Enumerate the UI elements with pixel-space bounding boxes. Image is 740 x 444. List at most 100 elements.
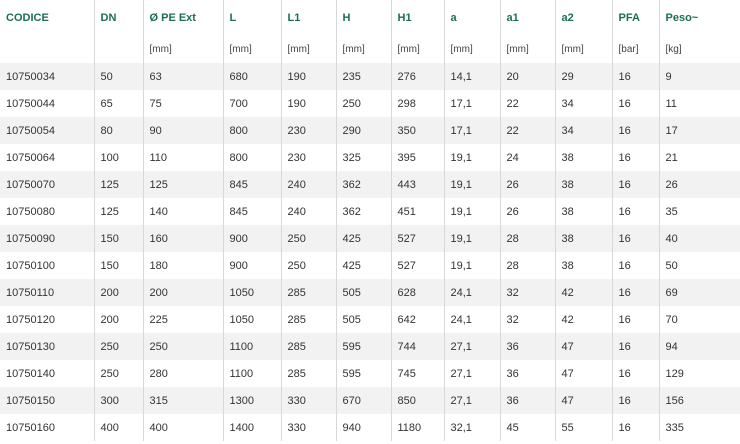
cell-pe-ext: 280 <box>143 360 224 387</box>
cell-h1: 1180 <box>391 414 445 441</box>
cell-codice: 10750064 <box>0 144 95 171</box>
table-body: [mm] [mm] [mm] [mm] [mm] [mm] [mm] [mm] [bar] [kg… <box>0 36 740 441</box>
cell-pe-ext: 75 <box>143 90 224 117</box>
cell-l1: 285 <box>281 279 337 306</box>
cell-h1: 628 <box>391 279 445 306</box>
cell-peso: 70 <box>659 306 740 333</box>
cell-pfa: 16 <box>612 117 660 144</box>
cell-a2: 38 <box>555 171 613 198</box>
cell-peso: 21 <box>659 144 740 171</box>
cell-a: 24,1 <box>444 306 501 333</box>
cell-codice: 10750090 <box>0 225 95 252</box>
unit-cell: [mm] <box>444 36 501 63</box>
table-row: 10750150 300 315 1300 330 670 850 27,1 36 47 16 156 <box>0 387 740 414</box>
cell-dn: 125 <box>94 198 144 225</box>
unit-cell: [kg] <box>659 36 740 63</box>
unit-cell: [mm] <box>336 36 392 63</box>
cell-pe-ext: 125 <box>143 171 224 198</box>
cell-a2: 42 <box>555 306 613 333</box>
cell-a2: 38 <box>555 198 613 225</box>
cell-pfa: 16 <box>612 360 660 387</box>
cell-h1: 443 <box>391 171 445 198</box>
cell-a: 27,1 <box>444 387 501 414</box>
cell-a1: 28 <box>500 252 556 279</box>
cell-h1: 276 <box>391 63 445 90</box>
cell-a: 19,1 <box>444 225 501 252</box>
cell-l: 1100 <box>223 360 282 387</box>
cell-pfa: 16 <box>612 333 660 360</box>
cell-a: 27,1 <box>444 333 501 360</box>
cell-a: 14,1 <box>444 63 501 90</box>
column-header-a: a <box>444 0 501 36</box>
cell-h1: 298 <box>391 90 445 117</box>
cell-h: 362 <box>336 171 392 198</box>
cell-h1: 744 <box>391 333 445 360</box>
cell-a2: 47 <box>555 360 613 387</box>
cell-a1: 45 <box>500 414 556 441</box>
table-row: 10750110 200 200 1050 285 505 628 24,1 32 42 16 69 <box>0 279 740 306</box>
column-header-l: L <box>223 0 282 36</box>
cell-codice: 10750120 <box>0 306 95 333</box>
cell-h1: 451 <box>391 198 445 225</box>
cell-l1: 285 <box>281 360 337 387</box>
cell-l: 900 <box>223 225 282 252</box>
cell-dn: 50 <box>94 63 144 90</box>
column-header-h: H <box>336 0 392 36</box>
cell-h1: 527 <box>391 225 445 252</box>
cell-l1: 285 <box>281 333 337 360</box>
table-row: 10750044 65 75 700 190 250 298 17,1 22 34 16 11 <box>0 90 740 117</box>
cell-l1: 330 <box>281 387 337 414</box>
table-row: 10750100 150 180 900 250 425 527 19,1 28 38 16 50 <box>0 252 740 279</box>
cell-a1: 36 <box>500 387 556 414</box>
cell-pe-ext: 160 <box>143 225 224 252</box>
cell-dn: 100 <box>94 144 144 171</box>
cell-peso: 50 <box>659 252 740 279</box>
cell-a1: 36 <box>500 360 556 387</box>
cell-l: 845 <box>223 198 282 225</box>
spec-table: CODICE DN Ø PE Ext L L1 H H1 a a1 a2 PFA Peso~ [mm]… <box>0 0 740 441</box>
cell-a: 19,1 <box>444 144 501 171</box>
column-header-dn: DN <box>94 0 144 36</box>
cell-l1: 285 <box>281 306 337 333</box>
cell-l: 1300 <box>223 387 282 414</box>
cell-l1: 240 <box>281 198 337 225</box>
cell-pfa: 16 <box>612 225 660 252</box>
cell-h: 250 <box>336 90 392 117</box>
units-row: [mm] [mm] [mm] [mm] [mm] [mm] [mm] [mm] [bar] [kg… <box>0 36 740 63</box>
cell-a2: 38 <box>555 252 613 279</box>
cell-pe-ext: 63 <box>143 63 224 90</box>
cell-l1: 190 <box>281 63 337 90</box>
cell-dn: 125 <box>94 171 144 198</box>
cell-l: 800 <box>223 117 282 144</box>
cell-peso: 94 <box>659 333 740 360</box>
cell-codice: 10750100 <box>0 252 95 279</box>
column-header-pe-ext: Ø PE Ext <box>143 0 224 36</box>
cell-pfa: 16 <box>612 63 660 90</box>
cell-a1: 26 <box>500 171 556 198</box>
cell-l: 900 <box>223 252 282 279</box>
cell-codice: 10750130 <box>0 333 95 360</box>
cell-l1: 230 <box>281 117 337 144</box>
unit-cell: [mm] <box>223 36 282 63</box>
cell-pe-ext: 200 <box>143 279 224 306</box>
cell-peso: 40 <box>659 225 740 252</box>
cell-dn: 300 <box>94 387 144 414</box>
table-row: 10750054 80 90 800 230 290 350 17,1 22 34 16 17 <box>0 117 740 144</box>
cell-a: 19,1 <box>444 198 501 225</box>
cell-h: 425 <box>336 225 392 252</box>
cell-pfa: 16 <box>612 252 660 279</box>
cell-a1: 20 <box>500 63 556 90</box>
cell-h: 595 <box>336 333 392 360</box>
table-row: 10750080 125 140 845 240 362 451 19,1 26 38 16 35 <box>0 198 740 225</box>
column-header-h1: H1 <box>391 0 445 36</box>
cell-dn: 80 <box>94 117 144 144</box>
table-row: 10750160 400 400 1400 330 940 1180 32,1 45 55 16 33… <box>0 414 740 441</box>
cell-l1: 250 <box>281 252 337 279</box>
cell-a1: 32 <box>500 279 556 306</box>
cell-pe-ext: 90 <box>143 117 224 144</box>
cell-peso: 11 <box>659 90 740 117</box>
cell-a: 17,1 <box>444 117 501 144</box>
cell-codice: 10750140 <box>0 360 95 387</box>
unit-cell: [mm] <box>391 36 445 63</box>
cell-h1: 350 <box>391 117 445 144</box>
